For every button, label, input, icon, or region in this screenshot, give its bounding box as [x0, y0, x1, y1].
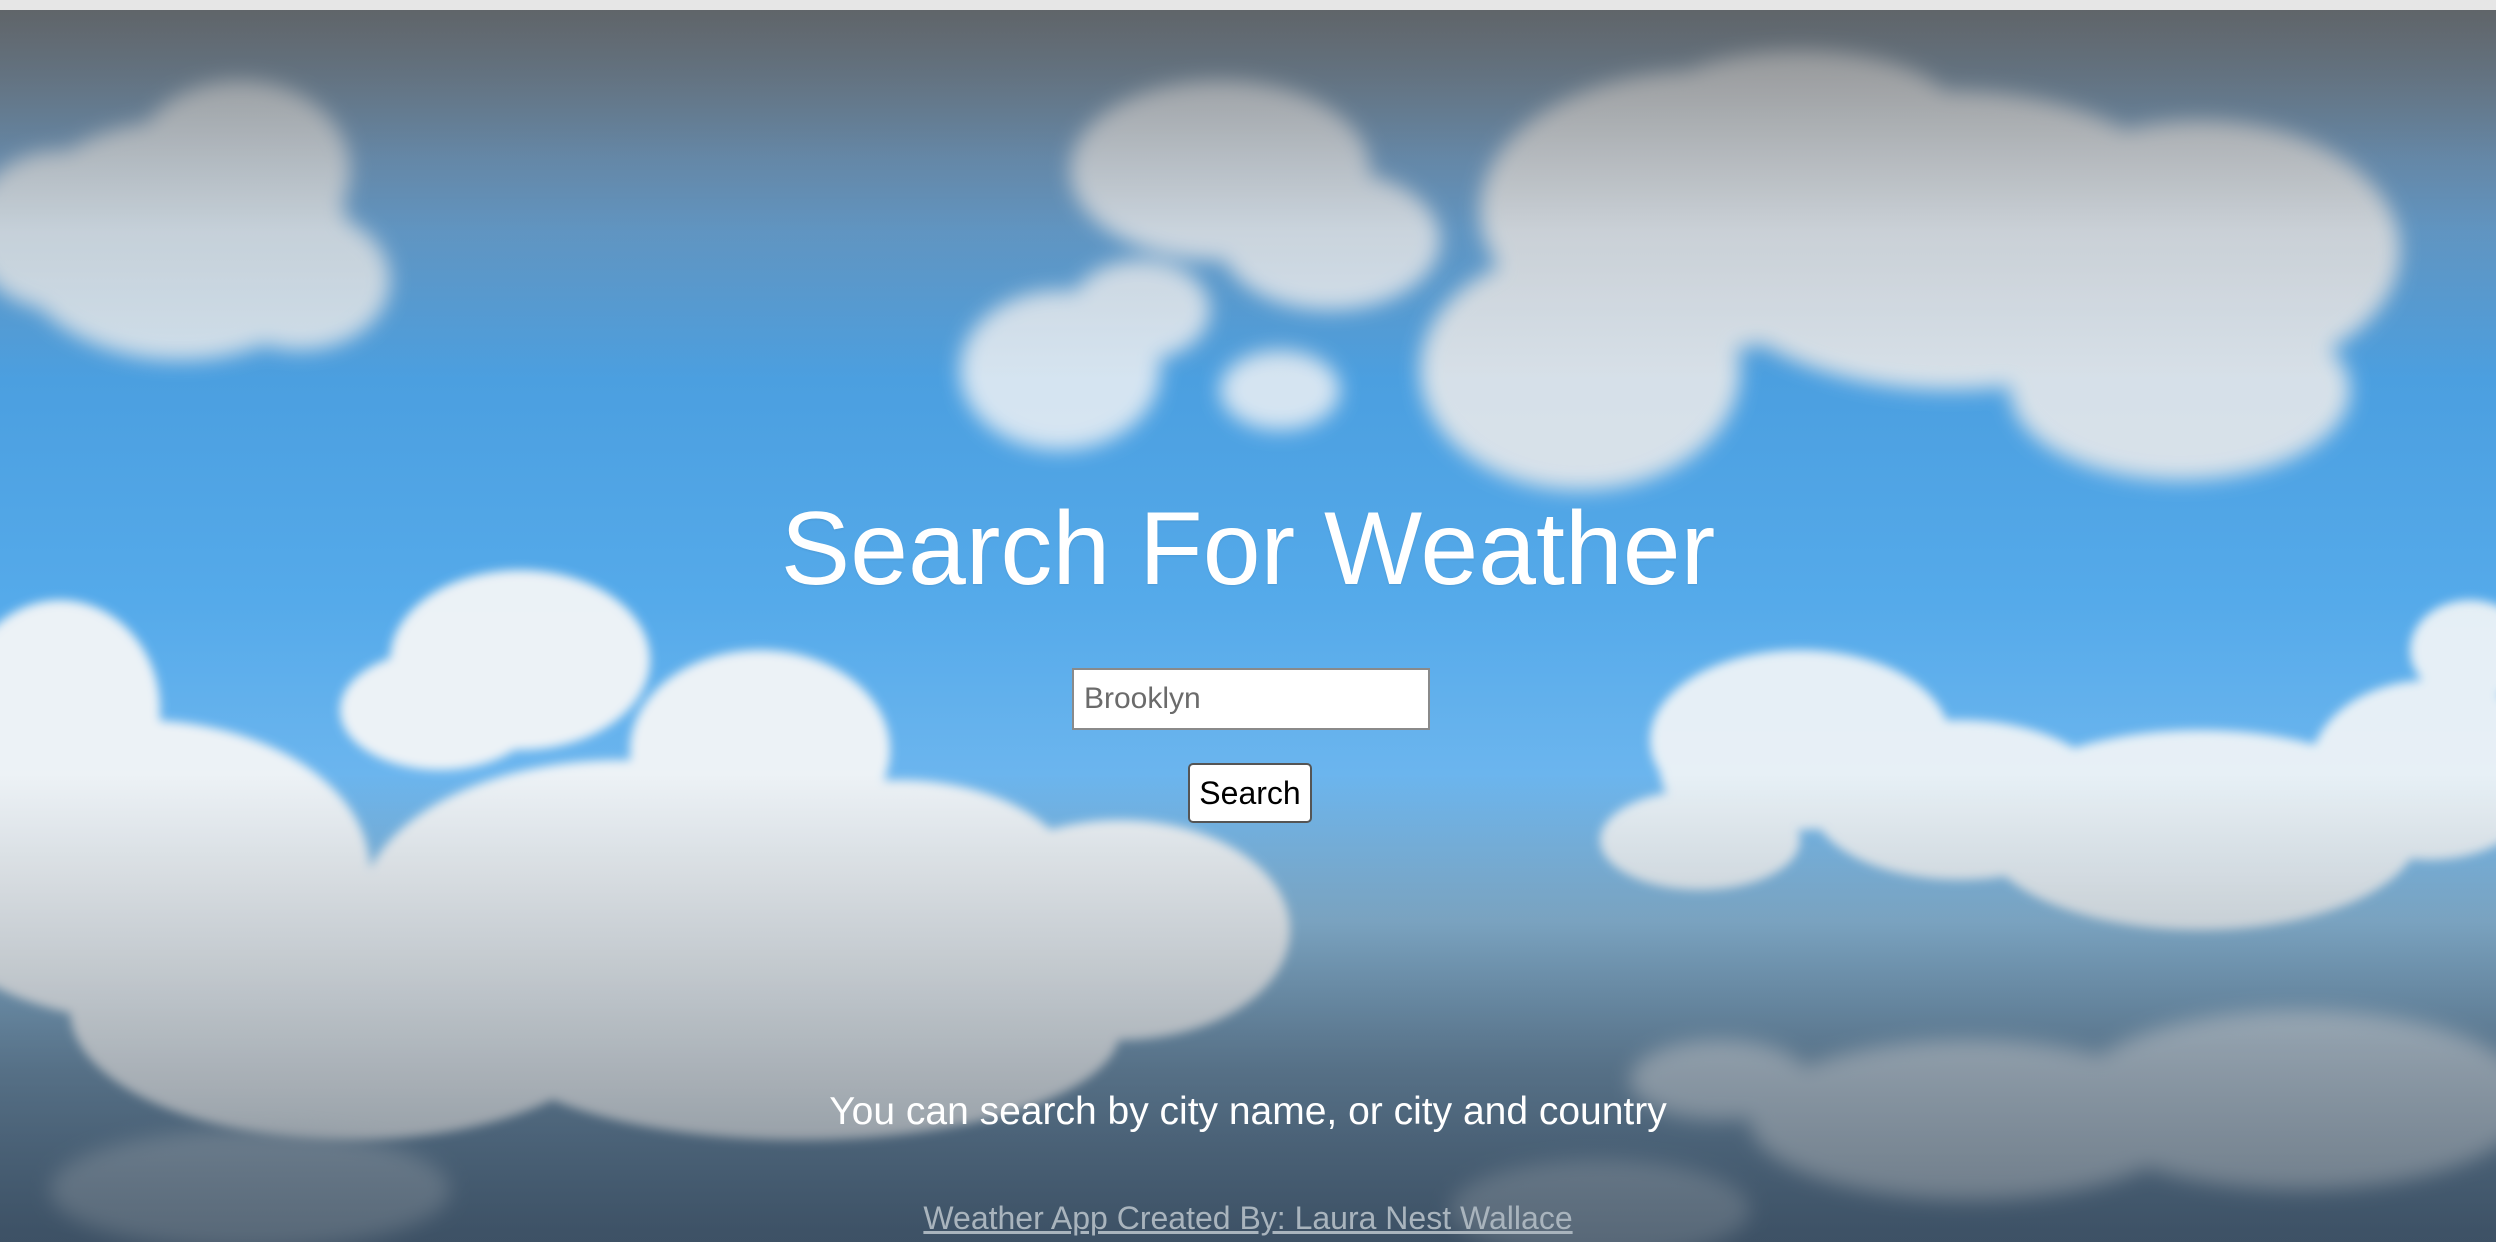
cloudy-sky-image [0, 50, 2496, 1242]
author-credit-link[interactable]: Weather App Created By: Laura Nest Walla… [923, 1200, 1572, 1236]
search-hint-text: You can search by city name, or city and… [829, 1090, 1667, 1133]
search-button[interactable]: Search [1188, 763, 1312, 823]
footer-credit: Weather App Created By: Laura Nest Walla… [0, 1200, 2496, 1237]
sky-background [0, 10, 2496, 1242]
browser-top-strip [0, 0, 2496, 10]
page-title: Search For Weather [780, 491, 1716, 607]
city-search-input[interactable] [1072, 668, 1430, 730]
